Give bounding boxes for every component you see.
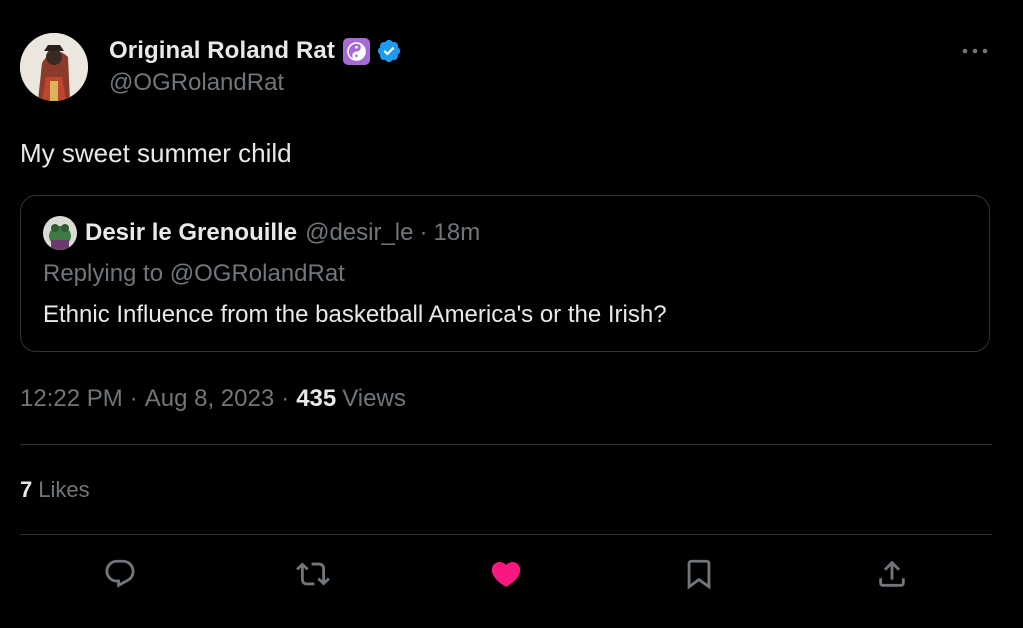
author-display-name[interactable]: Original Roland Rat xyxy=(109,37,335,65)
views-count: 435 xyxy=(296,385,337,412)
retweet-button[interactable] xyxy=(290,553,336,599)
replying-prefix: Replying to xyxy=(43,260,164,287)
yin-yang-icon xyxy=(342,37,370,65)
reply-icon xyxy=(103,557,137,596)
tweet-date[interactable]: Aug 8, 2023 xyxy=(145,385,274,413)
retweet-icon xyxy=(296,557,330,596)
divider xyxy=(20,444,992,445)
quoted-time[interactable]: 18m xyxy=(434,219,481,247)
quoted-avatar[interactable] xyxy=(43,216,77,250)
tweet-header: Original Roland Rat @OGRolandRat xyxy=(20,33,1002,103)
replying-handle[interactable]: @OGRolandRat xyxy=(170,260,345,287)
bookmark-button[interactable] xyxy=(676,553,722,599)
quoted-tweet[interactable]: Desir le Grenouille @desir_le · 18m Repl… xyxy=(20,195,990,352)
verified-badge-icon[interactable] xyxy=(376,38,402,64)
likes-count[interactable]: 7 xyxy=(20,477,32,503)
separator-dot: · xyxy=(419,219,428,246)
likes-label[interactable]: Likes xyxy=(38,477,89,503)
tweet-time[interactable]: 12:22 PM xyxy=(20,385,123,413)
more-options-icon[interactable] xyxy=(960,41,990,61)
author-handle[interactable]: @OGRolandRat xyxy=(109,69,402,97)
separator-dot: · xyxy=(281,385,290,412)
action-bar xyxy=(20,553,992,599)
author-avatar[interactable] xyxy=(20,33,88,101)
share-button[interactable] xyxy=(869,553,915,599)
quoted-text: Ethnic Influence from the basketball Ame… xyxy=(43,301,667,328)
divider xyxy=(20,534,992,535)
like-icon xyxy=(489,557,523,596)
tweet-meta: 12:22 PM · Aug 8, 2023 · 435 Views xyxy=(20,385,406,413)
quoted-display-name[interactable]: Desir le Grenouille xyxy=(85,219,297,247)
like-button[interactable] xyxy=(483,553,529,599)
bookmark-icon xyxy=(682,557,716,596)
share-icon xyxy=(875,557,909,596)
reply-button[interactable] xyxy=(97,553,143,599)
replying-to: Replying to @OGRolandRat xyxy=(43,260,345,288)
quoted-handle[interactable]: @desir_le xyxy=(305,219,413,247)
views-label: Views xyxy=(342,385,406,412)
likes-summary[interactable]: 7 Likes xyxy=(20,477,90,503)
tweet-text: My sweet summer child xyxy=(20,138,292,168)
separator-dot: · xyxy=(129,385,138,412)
